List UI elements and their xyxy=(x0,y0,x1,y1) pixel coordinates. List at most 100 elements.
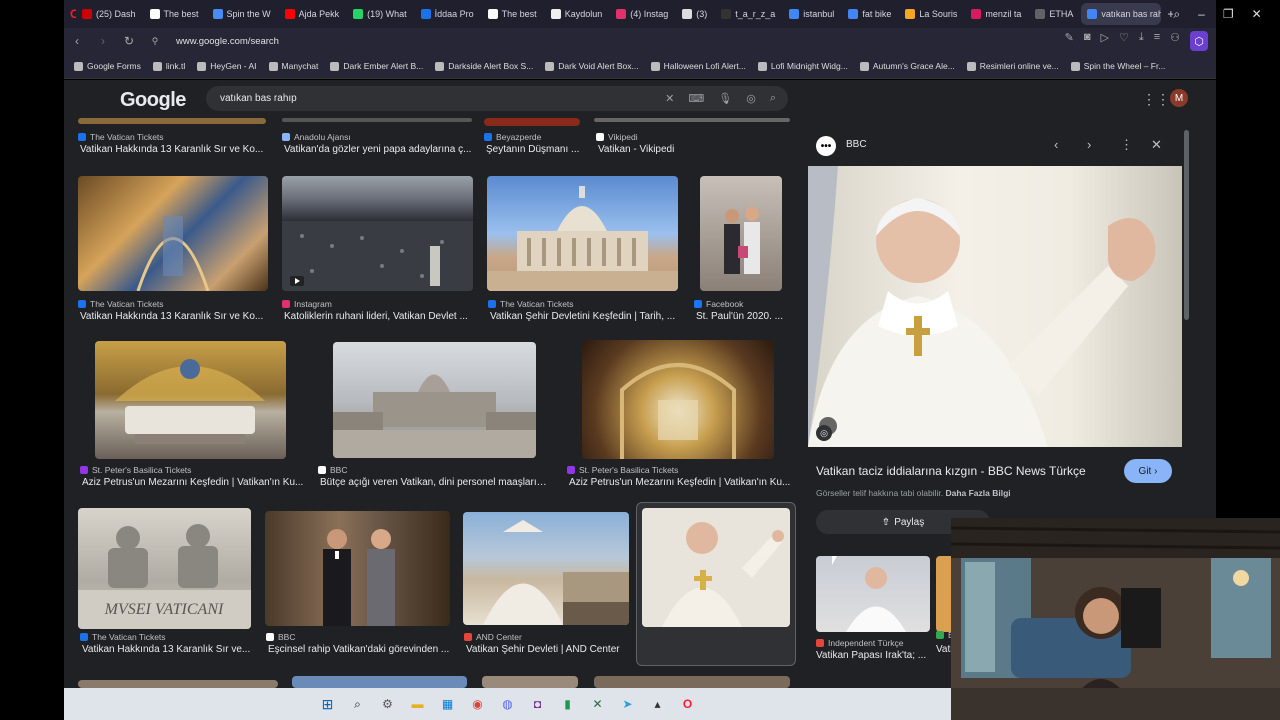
bookmark-item[interactable]: Autumn's Grace Ale... xyxy=(859,61,955,71)
browser-tab[interactable]: ETHA xyxy=(1029,3,1079,25)
bookmark-item[interactable]: Lofi Midnight Widg... xyxy=(757,61,848,71)
search-box[interactable]: vatıkan bas rahıp ✕ ⌨ 🎙 ◎ ⌕ xyxy=(206,86,788,111)
result-image[interactable] xyxy=(484,118,580,126)
minimize-icon[interactable]: – xyxy=(1198,7,1205,22)
result-source[interactable]: AND Center xyxy=(464,632,522,642)
windows-start-icon[interactable]: ⊞ xyxy=(316,692,340,716)
search-icon[interactable]: ⌕ xyxy=(346,692,370,716)
result-title[interactable]: Vatikan Hakkında 13 Karanlık Sır ve Ko..… xyxy=(80,144,270,155)
visit-button[interactable]: Git › xyxy=(1124,459,1172,483)
result-image[interactable] xyxy=(463,512,629,625)
result-source[interactable]: The Vatican Tickets xyxy=(78,132,164,142)
browser-tab[interactable]: istanbul xyxy=(783,3,840,25)
source-name[interactable]: BBC xyxy=(846,139,867,150)
result-source[interactable]: BBC xyxy=(318,465,347,475)
result-image[interactable] xyxy=(95,341,286,459)
opera-menu-icon[interactable]: O xyxy=(64,3,76,25)
notes-icon[interactable]: ▮ xyxy=(556,692,580,716)
result-image[interactable] xyxy=(482,676,578,688)
result-source[interactable]: Anadolu Ajansı xyxy=(282,132,351,142)
excel-icon[interactable]: ✕ xyxy=(586,692,610,716)
result-title[interactable]: Aziz Petrus'un Mezarını Keşfedin | Vatik… xyxy=(82,477,304,488)
url-field[interactable]: www.google.com/search xyxy=(176,36,279,47)
result-title[interactable]: Vatikan - Vikipedi xyxy=(598,144,788,155)
bookmark-item[interactable]: Manychat xyxy=(268,61,318,71)
result-source[interactable]: BBC xyxy=(266,632,295,642)
browser-tab[interactable]: fat bike xyxy=(842,3,897,25)
discord-icon[interactable]: ◍ xyxy=(496,692,520,716)
previous-icon[interactable]: ‹ xyxy=(1054,137,1058,152)
download-icon[interactable]: ⤓ xyxy=(1139,31,1144,51)
result-image[interactable] xyxy=(642,508,790,627)
camera-icon[interactable]: ◙ xyxy=(1084,31,1091,51)
browser-tab[interactable]: vatıkan bas rahıp xyxy=(1081,3,1162,25)
browser-tab[interactable]: İddaa Pro xyxy=(415,3,480,25)
result-source[interactable]: The Vatican Tickets xyxy=(80,632,166,642)
photos-icon[interactable]: ▦ xyxy=(436,692,460,716)
related-title[interactable]: Vatikan Papası Irak'ta; ... xyxy=(816,650,930,661)
bookmark-item[interactable]: link.tl xyxy=(152,61,185,71)
bookmark-item[interactable]: Google Forms xyxy=(74,61,141,71)
result-image[interactable] xyxy=(487,176,678,291)
result-title[interactable]: Vatikan Hakkında 13 Karanlık Sır ve... xyxy=(82,644,252,655)
avatar[interactable]: M xyxy=(1170,89,1188,107)
result-source[interactable]: Facebook xyxy=(694,299,743,309)
result-image[interactable] xyxy=(700,176,782,291)
result-image[interactable] xyxy=(78,176,268,291)
result-title[interactable]: Vatikan Şehir Devletini Keşfedin | Tarih… xyxy=(490,311,685,322)
result-title[interactable]: Aziz Petrus'un Mezarını Keşfedin | Vatik… xyxy=(569,477,791,488)
browser-tab[interactable]: (3) xyxy=(676,3,713,25)
google-logo[interactable]: Google xyxy=(120,89,186,112)
result-image[interactable] xyxy=(582,340,774,459)
bookmark-item[interactable]: HeyGen - AI xyxy=(197,61,257,71)
result-image[interactable] xyxy=(594,676,790,688)
play-icon[interactable]: ▷ xyxy=(1100,31,1108,51)
browser-tab[interactable]: t_a_r_z_a xyxy=(715,3,781,25)
more-info-link[interactable]: Daha Fazla Bilgi xyxy=(945,488,1010,498)
result-image[interactable] xyxy=(78,680,278,688)
result-title[interactable]: Vatikan Şehir Devleti | AND Center xyxy=(466,644,631,655)
result-title[interactable]: Şeytanın Düşmanı ... xyxy=(486,144,586,155)
edit-icon[interactable]: ✎ xyxy=(1065,31,1074,51)
reload-icon[interactable]: ↻ xyxy=(122,34,136,48)
telegram-icon[interactable]: ➤ xyxy=(616,692,640,716)
browser-tab[interactable]: The best xyxy=(144,3,205,25)
search-icon[interactable]: ⌕ xyxy=(770,92,776,105)
keyboard-icon[interactable]: ⌨ xyxy=(688,92,704,105)
result-source[interactable]: Vikipedi xyxy=(596,132,638,142)
bookmark-item[interactable]: Dark Ember Alert B... xyxy=(330,61,423,71)
maximize-icon[interactable]: ❐ xyxy=(1223,7,1234,22)
result-source[interactable]: St. Peter's Basilica Tickets xyxy=(80,465,191,475)
result-title[interactable]: Vatikan'da gözler yeni papa adaylarına ç… xyxy=(284,144,484,155)
browser-tab[interactable]: La Souris xyxy=(899,3,963,25)
result-image[interactable] xyxy=(265,511,450,626)
result-image[interactable]: MVSEI VATICANI xyxy=(78,508,251,629)
search-tabs-icon[interactable]: ⌕ xyxy=(1173,7,1180,22)
heart-icon[interactable]: ♡ xyxy=(1119,31,1129,51)
lens-icon[interactable]: ◎ xyxy=(746,92,756,105)
result-title[interactable]: Eşcinsel rahip Vatikan'daki görevinden .… xyxy=(268,644,453,655)
result-image[interactable] xyxy=(78,118,266,124)
obs-icon[interactable]: ◘ xyxy=(526,692,550,716)
mic-icon[interactable]: 🎙 xyxy=(718,92,732,105)
chrome-icon[interactable]: ◉ xyxy=(466,692,490,716)
bookmark-item[interactable]: Spin the Wheel – Fr... xyxy=(1070,61,1165,71)
panel-scrollbar[interactable] xyxy=(1184,130,1189,320)
extension-icon[interactable]: ⬡ xyxy=(1190,31,1208,51)
result-image[interactable] xyxy=(282,118,472,122)
result-image[interactable] xyxy=(282,176,473,291)
result-image[interactable] xyxy=(292,676,467,688)
browser-tab[interactable]: The best xyxy=(482,3,543,25)
browser-tab[interactable]: Kaydolun xyxy=(545,3,609,25)
related-image[interactable] xyxy=(816,556,930,632)
opera-icon[interactable]: O xyxy=(676,692,700,716)
site-info-icon[interactable]: ⚲ xyxy=(148,36,162,47)
bookmark-item[interactable]: Halloween Lofi Alert... xyxy=(650,61,746,71)
close-window-icon[interactable]: ✕ xyxy=(1252,7,1262,22)
next-icon[interactable]: › xyxy=(1087,137,1091,152)
result-image[interactable] xyxy=(333,342,536,458)
browser-tab[interactable]: (25) Dash xyxy=(76,3,142,25)
preview-image[interactable] xyxy=(808,166,1182,447)
result-source[interactable]: Beyazperde xyxy=(484,132,541,142)
profile-icon[interactable]: ⚇ xyxy=(1170,31,1180,51)
